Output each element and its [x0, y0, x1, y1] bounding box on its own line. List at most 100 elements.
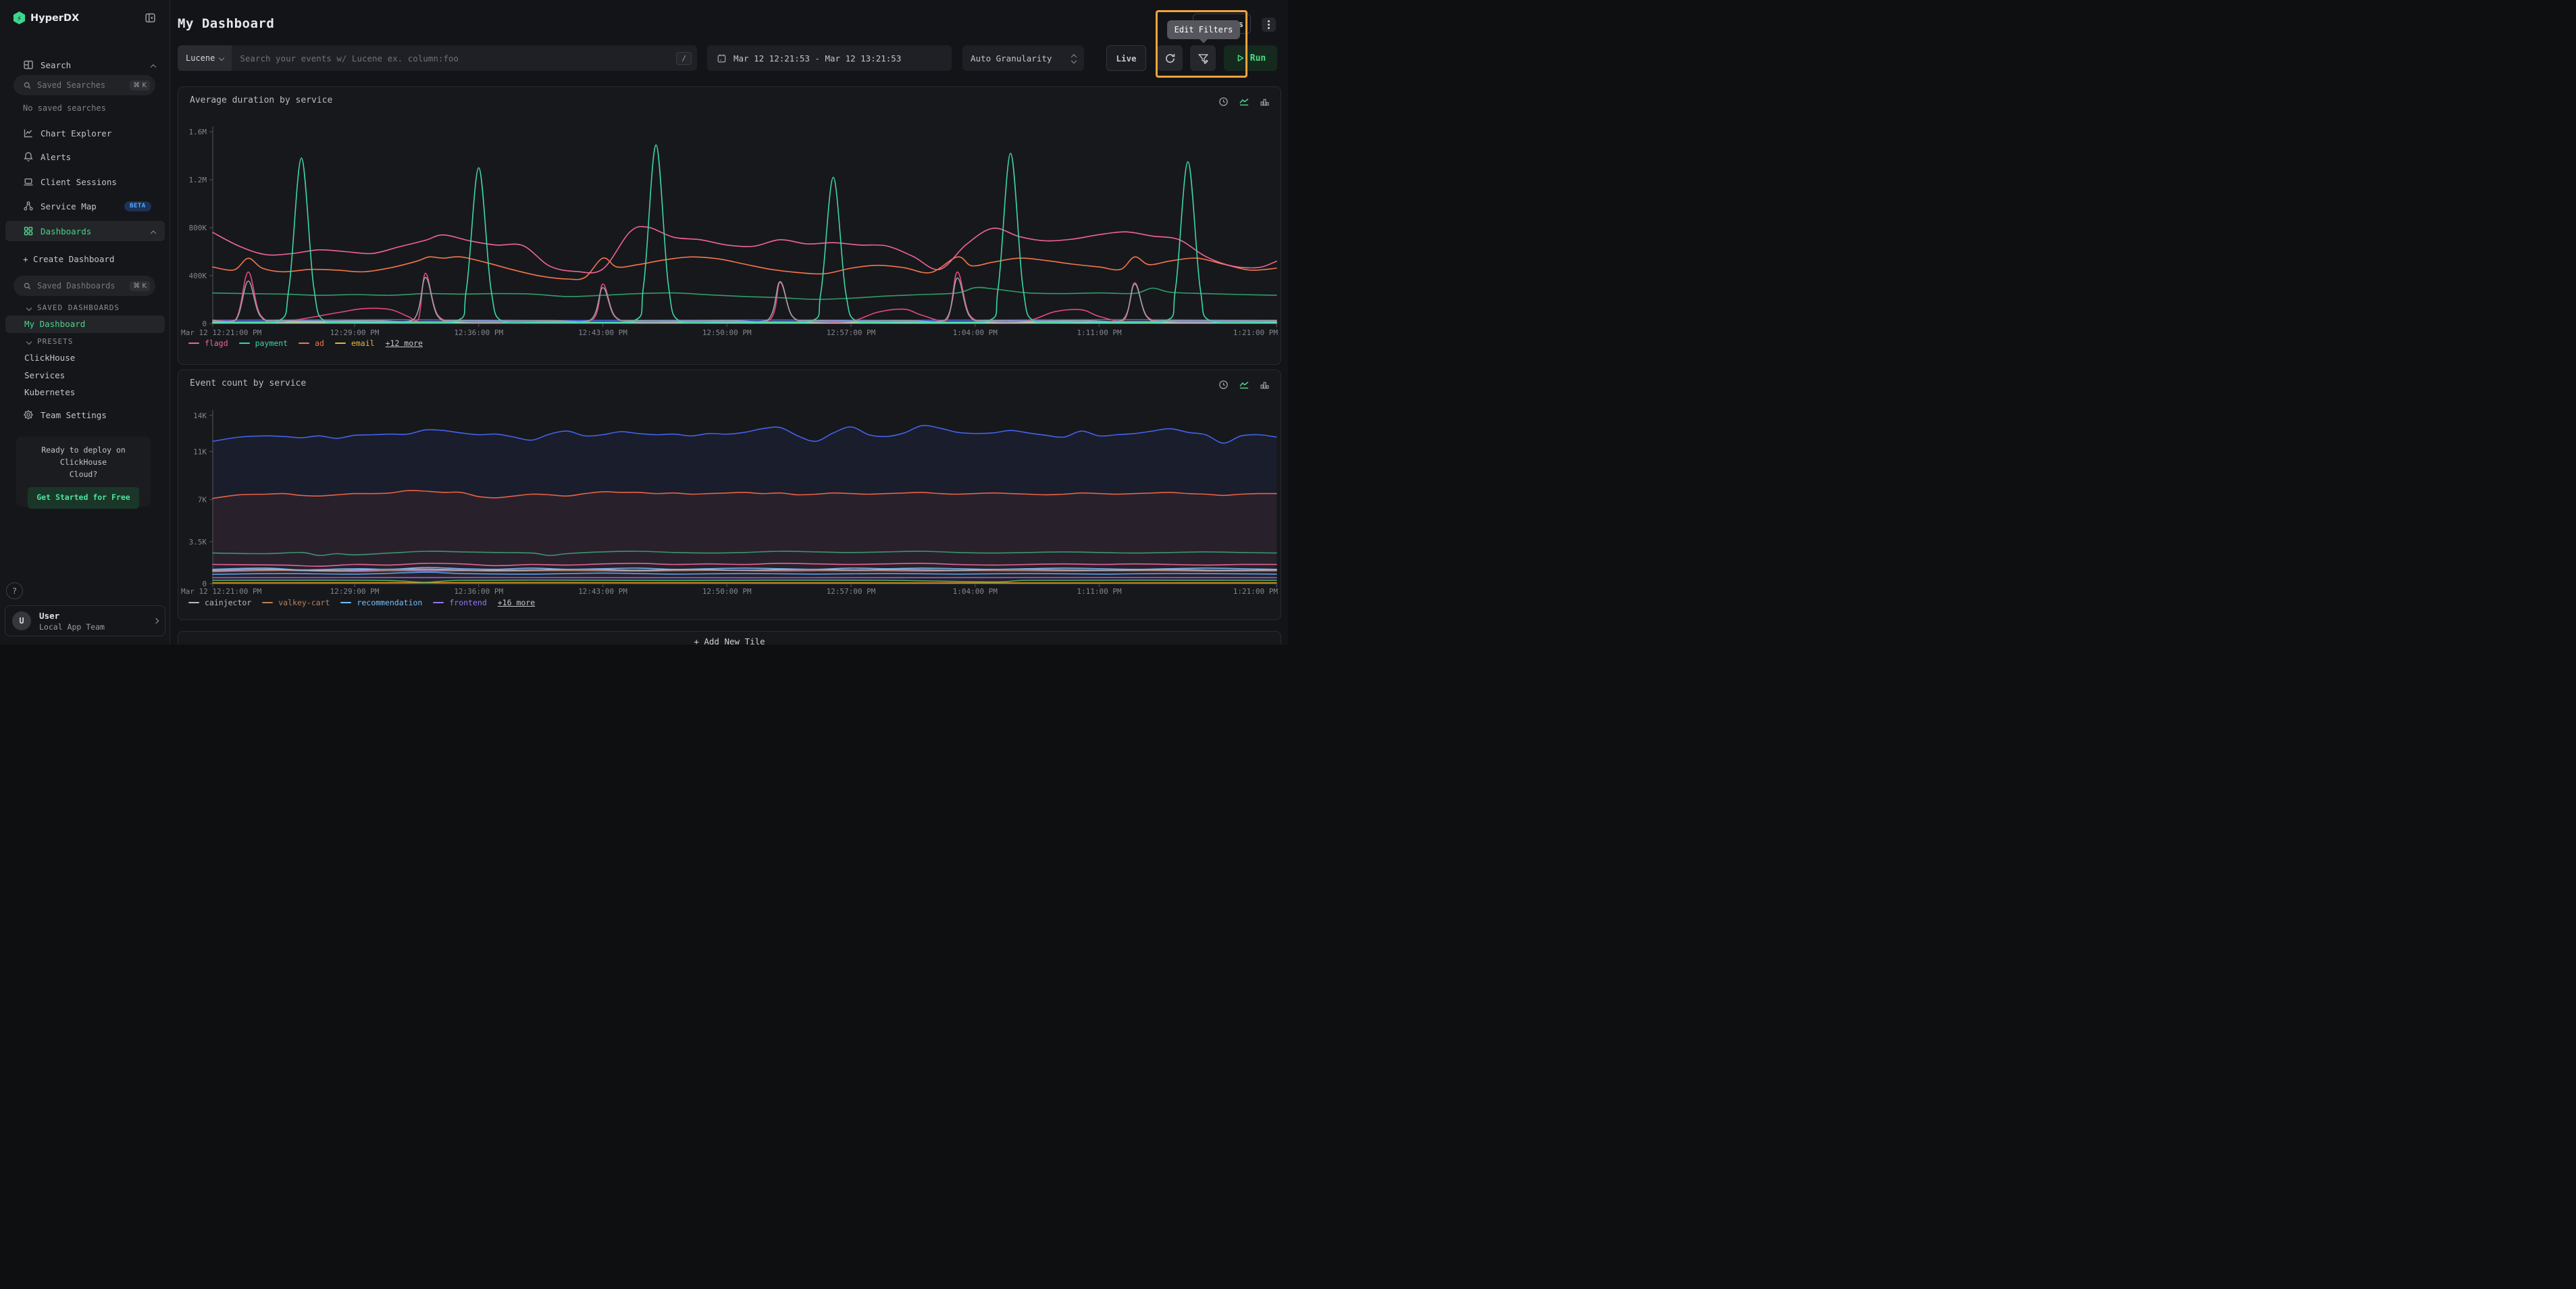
sidebar-item-alerts[interactable]: Alerts	[0, 147, 170, 167]
legend-item[interactable]: flagd	[188, 338, 228, 348]
add-new-tile-button[interactable]: + Add New Tile	[178, 631, 1281, 644]
x-tick-label: 12:36:00 PM	[454, 328, 503, 337]
create-dashboard-button[interactable]: + Create Dashboard	[23, 254, 114, 264]
saved-searches-input[interactable]: Saved Searches ⌘ K	[14, 75, 155, 95]
legend-swatch	[188, 343, 199, 345]
sidebar-item-team-settings[interactable]: Team Settings	[0, 405, 170, 425]
legend-label: payment	[255, 338, 288, 348]
legend-item[interactable]: cainjector	[188, 598, 251, 607]
sidebar-item-service-map[interactable]: Service Map BETA	[0, 196, 170, 216]
date-range-picker[interactable]: Mar 12 12:21:53 - Mar 12 13:21:53	[707, 45, 952, 71]
sidebar-item-kubernetes[interactable]: Kubernetes	[24, 387, 75, 397]
hyperdx-logo-icon: ⚡	[13, 11, 26, 24]
run-button[interactable]: Run	[1224, 45, 1277, 71]
legend-more-link[interactable]: +16 more	[498, 598, 535, 607]
no-saved-searches-text: No saved searches	[23, 103, 106, 113]
chevron-down-icon	[219, 55, 224, 61]
legend-swatch	[262, 602, 273, 604]
sidebar-item-services[interactable]: Services	[24, 370, 65, 380]
get-started-button[interactable]: Get Started for Free	[28, 487, 138, 509]
legend-swatch	[335, 343, 346, 345]
bell-icon	[23, 151, 34, 162]
search-input[interactable]: Search your events w/ Lucene ex. column:…	[240, 53, 676, 64]
event-search-bar[interactable]: Lucene Search your events w/ Lucene ex. …	[178, 45, 697, 71]
language-select-value: Lucene	[186, 53, 215, 63]
my-dashboard-label: My Dashboard	[24, 319, 85, 329]
line-chart-toggle-icon[interactable]	[1239, 96, 1250, 107]
promo-text-line2: Cloud?	[16, 469, 151, 481]
legend-item[interactable]: ad	[299, 338, 324, 348]
sidebar-item-chart-explorer[interactable]: Chart Explorer	[0, 123, 170, 143]
sidebar-item-clickhouse[interactable]: ClickHouse	[24, 353, 75, 363]
bar-chart-toggle-icon[interactable]	[1260, 97, 1270, 107]
user-team: Local App Team	[39, 622, 154, 632]
saved-searches-placeholder: Saved Searches	[37, 80, 130, 90]
x-tick-label: 1:21:00 PM	[1233, 328, 1279, 337]
x-tick-label: 12:29:00 PM	[330, 328, 380, 337]
sidebar-collapse-icon[interactable]	[145, 12, 156, 24]
sidebar-item-search[interactable]: Search	[0, 55, 170, 75]
sidebar-item-dashboards[interactable]	[5, 221, 165, 241]
legend-item[interactable]: email	[335, 338, 375, 348]
chart-legend: flagd payment ad email +12 more	[188, 338, 423, 348]
sidebar-item-client-sessions[interactable]: Client Sessions	[0, 172, 170, 192]
add-new-tile-label: + Add New Tile	[694, 636, 765, 644]
select-updown-icon	[1072, 54, 1076, 63]
y-tick-label: 800K	[189, 224, 207, 232]
x-tick-label: Mar 12 12:21:00 PM	[181, 587, 262, 596]
app-name: HyperDX	[30, 13, 79, 24]
section-heading-label: PRESETS	[37, 337, 73, 346]
y-tick-label: 11K	[193, 447, 207, 456]
play-icon	[1235, 53, 1245, 63]
legend-swatch	[299, 343, 309, 345]
legend-label: ad	[315, 338, 324, 348]
legend-item[interactable]: payment	[239, 338, 288, 348]
beta-badge: BETA	[124, 201, 151, 211]
x-tick-label: Mar 12 12:21:00 PM	[181, 328, 262, 337]
user-name: User	[39, 611, 154, 621]
saved-dashboards-input[interactable]: Saved Dashboards ⌘ K	[14, 276, 155, 296]
date-range-value: Mar 12 12:21:53 - Mar 12 13:21:53	[733, 53, 901, 64]
chevron-up-icon	[151, 60, 155, 70]
legend-item[interactable]: frontend	[433, 598, 486, 607]
language-select[interactable]: Lucene	[178, 45, 232, 71]
legend-label: recommendation	[357, 598, 422, 607]
granularity-select[interactable]: Auto Granularity	[962, 45, 1084, 71]
live-button-label: Live	[1116, 53, 1136, 64]
x-tick-label: 12:57:00 PM	[827, 328, 876, 337]
chart-canvas[interactable]: 0400K800K1.2M1.6MMar 12 12:21:00 PM12:29…	[178, 87, 1281, 364]
x-tick-label: 12:43:00 PM	[578, 328, 627, 337]
chart-panel-average-duration: 0400K800K1.2M1.6MMar 12 12:21:00 PM12:29…	[178, 86, 1281, 365]
chevron-down-icon	[26, 305, 32, 310]
saved-dashboards-section-heading[interactable]: SAVED DASHBOARDS	[27, 303, 120, 312]
chart-title: Event count by service	[190, 378, 306, 388]
help-icon[interactable]: ?	[6, 582, 23, 599]
legend-item[interactable]: valkey-cart	[262, 598, 330, 607]
main-content: My Dashboard Lucene Search your events w…	[170, 0, 1288, 644]
live-button[interactable]: Live	[1106, 45, 1146, 71]
user-menu[interactable]: U User Local App Team	[5, 605, 165, 636]
sidebar-item-label: Chart Explorer	[41, 128, 111, 138]
more-options-button[interactable]	[1262, 18, 1276, 32]
chevron-down-icon	[26, 338, 32, 344]
time-settings-icon[interactable]	[1218, 380, 1229, 390]
y-tick-label: 400K	[189, 272, 207, 280]
refresh-button[interactable]	[1157, 45, 1183, 71]
bar-chart-toggle-icon[interactable]	[1260, 380, 1270, 390]
chart-explorer-icon	[23, 128, 34, 138]
line-chart-toggle-icon[interactable]	[1239, 379, 1250, 390]
edit-filters-button[interactable]	[1190, 45, 1216, 71]
legend-item[interactable]: recommendation	[340, 598, 422, 607]
time-settings-icon[interactable]	[1218, 97, 1229, 107]
legend-more-link[interactable]: +12 more	[386, 338, 423, 348]
chart-legend: cainjector valkey-cart recommendation front…	[188, 598, 535, 607]
refresh-icon	[1164, 53, 1176, 64]
chart-title: Average duration by service	[190, 95, 332, 105]
chart-canvas[interactable]: 03.5K7K11K14KMar 12 12:21:00 PM12:29:00 …	[178, 370, 1281, 620]
page-title: My Dashboard	[178, 16, 274, 31]
laptop-icon	[23, 176, 34, 187]
x-tick-label: 12:50:00 PM	[702, 328, 752, 337]
x-tick-label: 12:29:00 PM	[330, 587, 380, 596]
series-flagd	[213, 226, 1277, 273]
presets-section-heading[interactable]: PRESETS	[27, 337, 73, 346]
